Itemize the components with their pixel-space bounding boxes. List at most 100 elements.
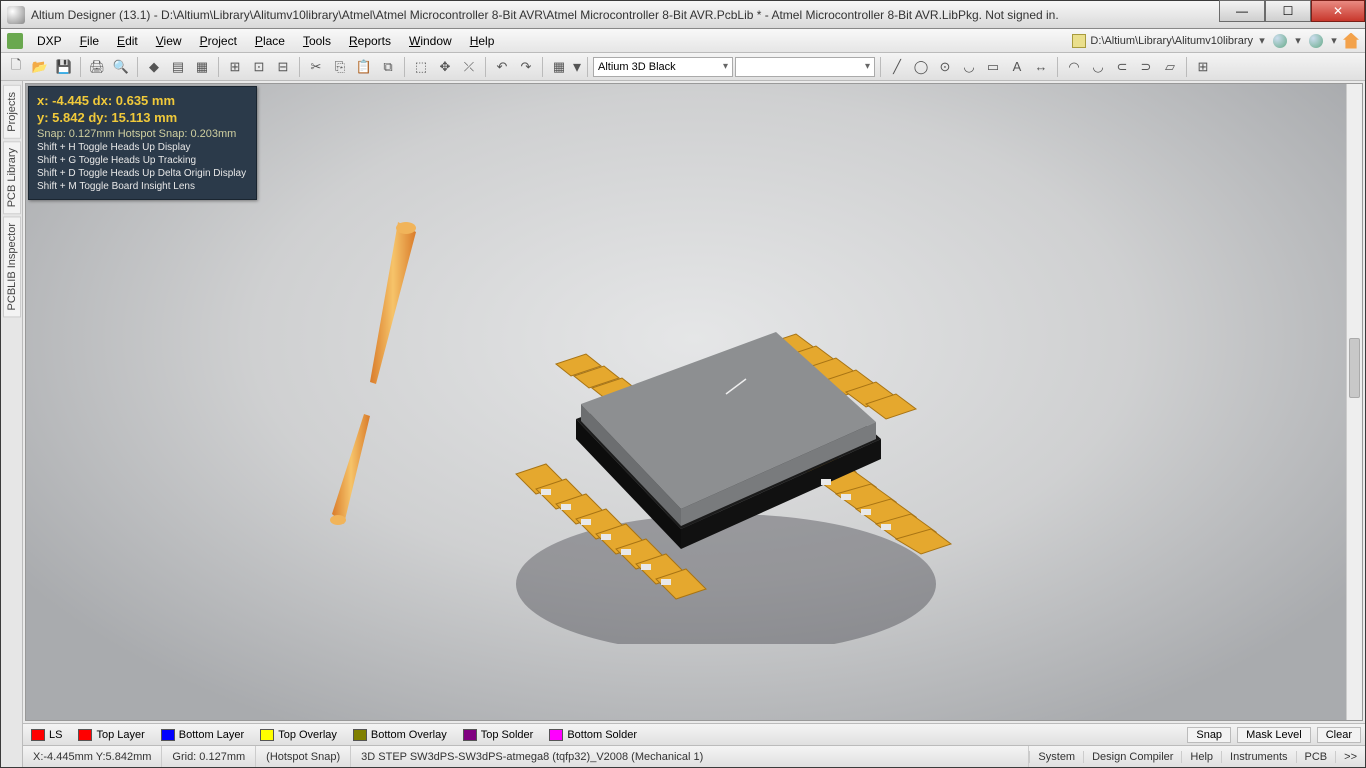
menu-file[interactable]: File	[72, 32, 107, 50]
array-icon[interactable]: ⊞	[1192, 56, 1214, 78]
copy-icon[interactable]: ⎘	[329, 56, 351, 78]
undo-icon[interactable]: ↶	[491, 56, 513, 78]
hud-snap: Snap: 0.127mm Hotspot Snap: 0.203mm	[37, 128, 236, 140]
layers-icon[interactable]: ▤	[167, 56, 189, 78]
status-coords: X:-4.445mm Y:5.842mm	[23, 746, 162, 767]
open-icon[interactable]: 📂	[29, 56, 51, 78]
3d-viewport[interactable]: x: -4.445 dx: 0.635 mm y: 5.842 dy: 15.1…	[25, 83, 1363, 721]
menu-left: DXP File Edit View Project Place Tools R…	[7, 32, 502, 50]
via-icon[interactable]: ⊙	[934, 56, 956, 78]
view-config-combo[interactable]: Altium 3D Black	[593, 57, 733, 77]
nav-back-icon[interactable]	[1273, 34, 1287, 48]
dimension-icon[interactable]: ↔	[1030, 56, 1052, 78]
layer-bottom-label: Bottom Layer	[179, 729, 244, 741]
arc4-icon[interactable]: ⊃	[1135, 56, 1157, 78]
mask-level-button[interactable]: Mask Level	[1237, 727, 1311, 743]
arc3-icon[interactable]: ⊂	[1111, 56, 1133, 78]
net-combo[interactable]	[735, 57, 875, 77]
dxp-icon[interactable]	[7, 33, 23, 49]
layer-top-overlay[interactable]: Top Overlay	[256, 729, 341, 741]
new-icon[interactable]: 🗋	[5, 56, 27, 78]
nav-fwd-icon[interactable]	[1309, 34, 1323, 48]
panel-more[interactable]: >>	[1335, 751, 1365, 763]
swatch-ls	[31, 729, 45, 741]
print-icon[interactable]: 🖨	[86, 56, 108, 78]
clear-button[interactable]: Clear	[1317, 727, 1361, 743]
menu-help[interactable]: Help	[462, 32, 503, 50]
folder-icon[interactable]	[1072, 34, 1086, 48]
grid-icon[interactable]: ▦	[548, 56, 570, 78]
snap-button[interactable]: Snap	[1187, 727, 1231, 743]
tab-pcb-library[interactable]: PCB Library	[3, 141, 21, 214]
status-object: 3D STEP SW3dPS-SW3dPS-atmega8 (tqfp32)_V…	[351, 746, 1029, 767]
tab-projects[interactable]: Projects	[3, 85, 21, 139]
window-title: Altium Designer (13.1) - D:\Altium\Libra…	[31, 8, 1219, 22]
paste-icon[interactable]: 📋	[353, 56, 375, 78]
hud-hint-2: Shift + D Toggle Heads Up Delta Origin D…	[37, 168, 246, 179]
home-icon[interactable]	[1343, 33, 1359, 49]
layer-bottom-overlay[interactable]: Bottom Overlay	[349, 729, 451, 741]
panel-icon[interactable]: ▦	[191, 56, 213, 78]
layer-top[interactable]: Top Layer	[74, 729, 148, 741]
nav-fwd-drop[interactable]: ▾	[1329, 34, 1339, 48]
layer-top-solder[interactable]: Top Solder	[459, 729, 538, 741]
status-bar: X:-4.445mm Y:5.842mm Grid: 0.127mm (Hots…	[23, 745, 1365, 767]
layer-bar: LS Top Layer Bottom Layer Top Overlay Bo…	[23, 723, 1365, 745]
arc2-icon[interactable]: ◡	[1087, 56, 1109, 78]
panel-pcb[interactable]: PCB	[1296, 751, 1336, 763]
move-icon[interactable]: ✥	[434, 56, 456, 78]
line-icon[interactable]: ╱	[886, 56, 908, 78]
chip-3d-model	[446, 284, 966, 644]
swatch-topoverlay	[260, 729, 274, 741]
panel-help[interactable]: Help	[1181, 751, 1221, 763]
deselect-icon[interactable]: ⤫	[458, 56, 480, 78]
menu-reports[interactable]: Reports	[341, 32, 399, 50]
scrollbar-thumb[interactable]	[1349, 338, 1360, 398]
panel-system[interactable]: System	[1029, 751, 1083, 763]
swatch-botoverlay	[353, 729, 367, 741]
arc-icon[interactable]: ◡	[958, 56, 980, 78]
menu-window[interactable]: Window	[401, 32, 460, 50]
maximize-button[interactable]: ☐	[1265, 0, 1311, 22]
cut-icon[interactable]: ✂	[305, 56, 327, 78]
close-button[interactable]: ✕	[1311, 0, 1365, 22]
menu-place[interactable]: Place	[247, 32, 293, 50]
minimize-button[interactable]: —	[1219, 0, 1265, 22]
path-dropdown[interactable]: ▾	[1257, 34, 1267, 48]
layer-ls-label: LS	[49, 729, 62, 741]
arc1-icon[interactable]: ◠	[1063, 56, 1085, 78]
hud-coord-y: y: 5.842 dy: 15.113 mm	[37, 110, 177, 125]
string-icon[interactable]: A	[1006, 56, 1028, 78]
layer-botoverlay-label: Bottom Overlay	[371, 729, 447, 741]
redo-icon[interactable]: ↷	[515, 56, 537, 78]
preview-icon[interactable]: 🔍	[110, 56, 132, 78]
save-icon[interactable]: 💾	[53, 56, 75, 78]
menu-view[interactable]: View	[148, 32, 190, 50]
hud-hint-0: Shift + H Toggle Heads Up Display	[37, 142, 191, 153]
zoom-area-icon[interactable]: ⊞	[224, 56, 246, 78]
pad-icon[interactable]: ◯	[910, 56, 932, 78]
nav-back-drop[interactable]: ▾	[1293, 34, 1303, 48]
layer-bottom[interactable]: Bottom Layer	[157, 729, 248, 741]
fill-icon[interactable]: ▭	[982, 56, 1004, 78]
tab-pcblib-inspector[interactable]: PCBLIB Inspector	[3, 216, 21, 317]
duplicate-icon[interactable]: ⧉	[377, 56, 399, 78]
select-icon[interactable]: ⬚	[410, 56, 432, 78]
menu-tools[interactable]: Tools	[295, 32, 339, 50]
vertical-scrollbar[interactable]	[1346, 84, 1362, 720]
region-icon[interactable]: ▱	[1159, 56, 1181, 78]
grid-drop[interactable]: ▾	[572, 60, 582, 74]
zoom-sel-icon[interactable]: ⊟	[272, 56, 294, 78]
layer-right-buttons: Snap Mask Level Clear	[1187, 727, 1361, 743]
body: Projects PCB Library PCBLIB Inspector x:…	[1, 81, 1365, 767]
panel-design-compiler[interactable]: Design Compiler	[1083, 751, 1181, 763]
menu-dxp[interactable]: DXP	[29, 32, 70, 50]
layer-bottom-solder[interactable]: Bottom Solder	[545, 729, 641, 741]
zoom-fit-icon[interactable]: ⊡	[248, 56, 270, 78]
panel-instruments[interactable]: Instruments	[1221, 751, 1295, 763]
workspace-icon[interactable]: ◆	[143, 56, 165, 78]
menu-edit[interactable]: Edit	[109, 32, 146, 50]
layer-ls[interactable]: LS	[27, 729, 66, 741]
path-box: D:\Altium\Library\Alitumv10library ▾ ▾ ▾	[1072, 33, 1359, 49]
menu-project[interactable]: Project	[192, 32, 245, 50]
